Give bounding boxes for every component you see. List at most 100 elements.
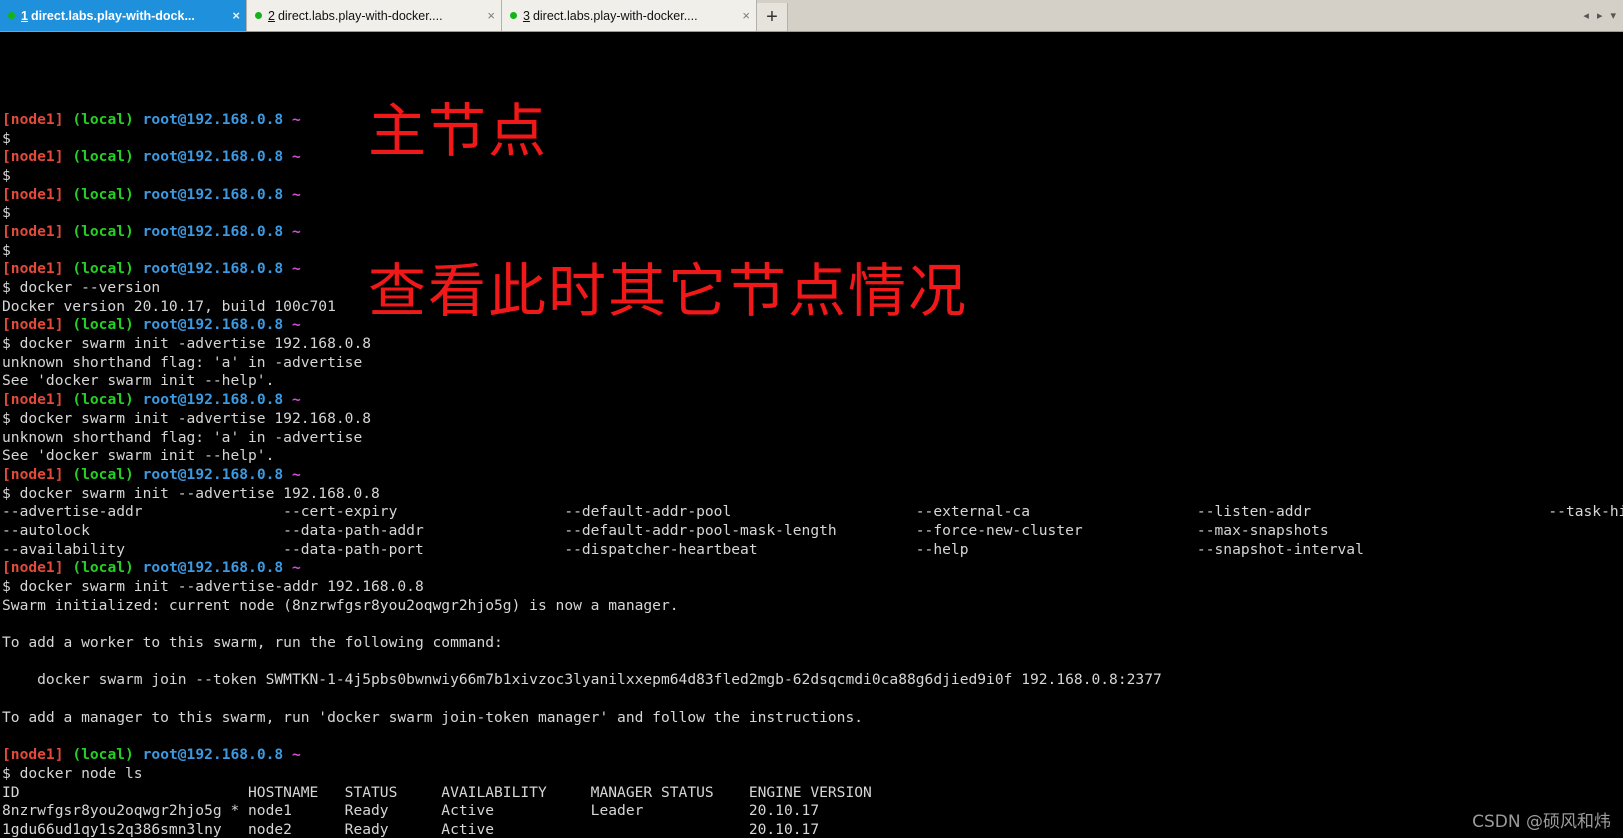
shell-prompt: [node1] (local) root@192.168.0.8 ~ bbox=[2, 391, 1623, 410]
watermark: CSDN @硕风和炜 bbox=[1472, 812, 1611, 833]
prompt-user: root@192.168.0.8 bbox=[142, 222, 284, 240]
prompt-user: root@192.168.0.8 bbox=[142, 110, 284, 128]
output-see-help: See 'docker swarm init --help'. bbox=[2, 447, 275, 465]
prompt-local: (local) bbox=[72, 110, 134, 128]
command-swarm-init-bad: $ docker swarm init -advertise 192.168.0… bbox=[2, 409, 372, 427]
terminal-output[interactable]: [node1] (local) root@192.168.0.8 ~ $ [node… bbox=[0, 32, 1623, 838]
tab-2-title: direct.labs.play-with-docker.... bbox=[277, 8, 443, 23]
prompt-host: [node1] bbox=[2, 559, 64, 577]
output-unknown-flag: unknown shorthand flag: 'a' in -advertis… bbox=[2, 353, 363, 371]
prompt-host: [node1] bbox=[2, 148, 64, 166]
prompt-host: [node1] bbox=[2, 465, 64, 483]
output-add-worker: To add a worker to this swarm, run the f… bbox=[2, 634, 503, 652]
tab-list-menu-icon[interactable]: ▾ bbox=[1607, 9, 1619, 22]
shell-prompt: [node1] (local) root@192.168.0.8 ~ bbox=[2, 466, 1623, 485]
prompt-user: root@192.168.0.8 bbox=[142, 559, 284, 577]
command-swarm-init-bad: $ docker swarm init -advertise 192.168.0… bbox=[2, 335, 372, 353]
flag-completion-row: --availability --data-path-port --dispat… bbox=[2, 540, 1364, 558]
scroll-tabs-left-icon[interactable]: ◂ bbox=[1580, 9, 1592, 22]
prompt-tilde: ~ bbox=[292, 110, 301, 128]
prompt-local: (local) bbox=[72, 260, 134, 278]
output-swarm-initialized: Swarm initialized: current node (8nzrwfg… bbox=[2, 596, 679, 614]
prompt-tilde: ~ bbox=[292, 222, 301, 240]
tab-3-title: direct.labs.play-with-docker.... bbox=[532, 8, 698, 23]
prompt-host: [node1] bbox=[2, 222, 64, 240]
prompt-tilde: ~ bbox=[292, 746, 301, 764]
node-table-header: ID HOSTNAME STATUS AVAILABILITY MANAGER … bbox=[2, 783, 872, 801]
prompt-user: root@192.168.0.8 bbox=[142, 391, 284, 409]
shell-prompt: [node1] (local) root@192.168.0.8 ~ bbox=[2, 559, 1623, 578]
prompt-user: root@192.168.0.8 bbox=[142, 260, 284, 278]
node-table-row: 1gdu66ud1qy1s2q386smn3lny node2 Ready Ac… bbox=[2, 820, 820, 838]
prompt-host: [node1] bbox=[2, 260, 64, 278]
terminal-lines: [node1] (local) root@192.168.0.8 ~ $ [node… bbox=[2, 111, 1623, 838]
close-icon[interactable]: × bbox=[732, 9, 750, 22]
prompt-local: (local) bbox=[72, 559, 134, 577]
prompt-local: (local) bbox=[72, 465, 134, 483]
prompt-local: (local) bbox=[72, 746, 134, 764]
prompt-local: (local) bbox=[72, 316, 134, 334]
prompt-user: root@192.168.0.8 bbox=[142, 148, 284, 166]
scroll-tabs-right-icon[interactable]: ▸ bbox=[1594, 9, 1606, 22]
status-dot-icon bbox=[510, 12, 517, 19]
prompt-host: [node1] bbox=[2, 316, 64, 334]
prompt-user: root@192.168.0.8 bbox=[142, 746, 284, 764]
flag-completion-row: --advertise-addr --cert-expiry --default… bbox=[2, 503, 1623, 521]
prompt-local: (local) bbox=[72, 391, 134, 409]
browser-tab-1[interactable]: 1 direct.labs.play-with-dock... × bbox=[0, 0, 247, 31]
prompt-tilde: ~ bbox=[292, 148, 301, 166]
shell-prompt: [node1] (local) root@192.168.0.8 ~ bbox=[2, 746, 1623, 765]
prompt-local: (local) bbox=[72, 222, 134, 240]
prompt-local: (local) bbox=[72, 185, 134, 203]
status-dot-icon bbox=[8, 12, 15, 19]
prompt-host: [node1] bbox=[2, 391, 64, 409]
shell-prompt: [node1] (local) root@192.168.0.8 ~ bbox=[2, 111, 1623, 130]
status-dot-icon bbox=[255, 12, 262, 19]
tab-bar-controls: ◂ ▸ ▾ bbox=[1580, 0, 1623, 31]
command-swarm-init: $ docker swarm init --advertise-addr 192… bbox=[2, 578, 424, 595]
close-icon[interactable]: × bbox=[222, 9, 240, 22]
shell-prompt: [node1] (local) root@192.168.0.8 ~ bbox=[2, 148, 1623, 167]
prompt-tilde: ~ bbox=[292, 391, 301, 409]
annotation-check-other-nodes: 查看此时其它节点情况 bbox=[368, 257, 969, 325]
output-add-manager: To add a manager to this swarm, run 'doc… bbox=[2, 708, 864, 726]
command-node-ls: $ docker node ls bbox=[2, 764, 143, 782]
tab-1-title: direct.labs.play-with-dock... bbox=[30, 8, 195, 23]
browser-tab-2[interactable]: 2 direct.labs.play-with-docker.... × bbox=[247, 0, 502, 31]
prompt-local: (local) bbox=[72, 148, 134, 166]
close-icon[interactable]: × bbox=[477, 9, 495, 22]
prompt-tilde: ~ bbox=[292, 559, 301, 577]
prompt-host: [node1] bbox=[2, 746, 64, 764]
tab-3-number: 3 bbox=[523, 8, 530, 23]
command-swarm-init-tab: $ docker swarm init --advertise 192.168.… bbox=[2, 484, 380, 502]
tab-2-number: 2 bbox=[268, 8, 275, 23]
browser-tab-bar: 1 direct.labs.play-with-dock... × 2 dire… bbox=[0, 0, 1623, 32]
output-see-help: See 'docker swarm init --help'. bbox=[2, 372, 275, 390]
output-join-command: docker swarm join --token SWMTKN-1-4j5pb… bbox=[2, 671, 1162, 689]
flag-completion-row: --autolock --data-path-addr --default-ad… bbox=[2, 521, 1329, 539]
prompt-tilde: ~ bbox=[292, 465, 301, 483]
annotation-master-node: 主节点 bbox=[368, 97, 549, 165]
browser-tab-3[interactable]: 3 direct.labs.play-with-docker.... × bbox=[502, 0, 757, 31]
prompt-tilde: ~ bbox=[292, 260, 301, 278]
shell-dollar: $ bbox=[2, 166, 11, 184]
prompt-host: [node1] bbox=[2, 110, 64, 128]
prompt-tilde: ~ bbox=[292, 185, 301, 203]
new-tab-button[interactable]: + bbox=[757, 3, 788, 31]
node-table-row: 8nzrwfgsr8you2oqwgr2hjo5g * node1 Ready … bbox=[2, 802, 820, 820]
output-unknown-flag: unknown shorthand flag: 'a' in -advertis… bbox=[2, 428, 363, 446]
prompt-host: [node1] bbox=[2, 185, 64, 203]
prompt-user: root@192.168.0.8 bbox=[142, 465, 284, 483]
prompt-tilde: ~ bbox=[292, 316, 301, 334]
shell-prompt: [node1] (local) root@192.168.0.8 ~ bbox=[2, 186, 1623, 205]
shell-dollar: $ bbox=[2, 129, 11, 147]
prompt-user: root@192.168.0.8 bbox=[142, 316, 284, 334]
tab-1-number: 1 bbox=[21, 8, 28, 23]
prompt-user: root@192.168.0.8 bbox=[142, 185, 284, 203]
shell-dollar: $ bbox=[2, 204, 11, 222]
shell-prompt: [node1] (local) root@192.168.0.8 ~ bbox=[2, 223, 1623, 242]
